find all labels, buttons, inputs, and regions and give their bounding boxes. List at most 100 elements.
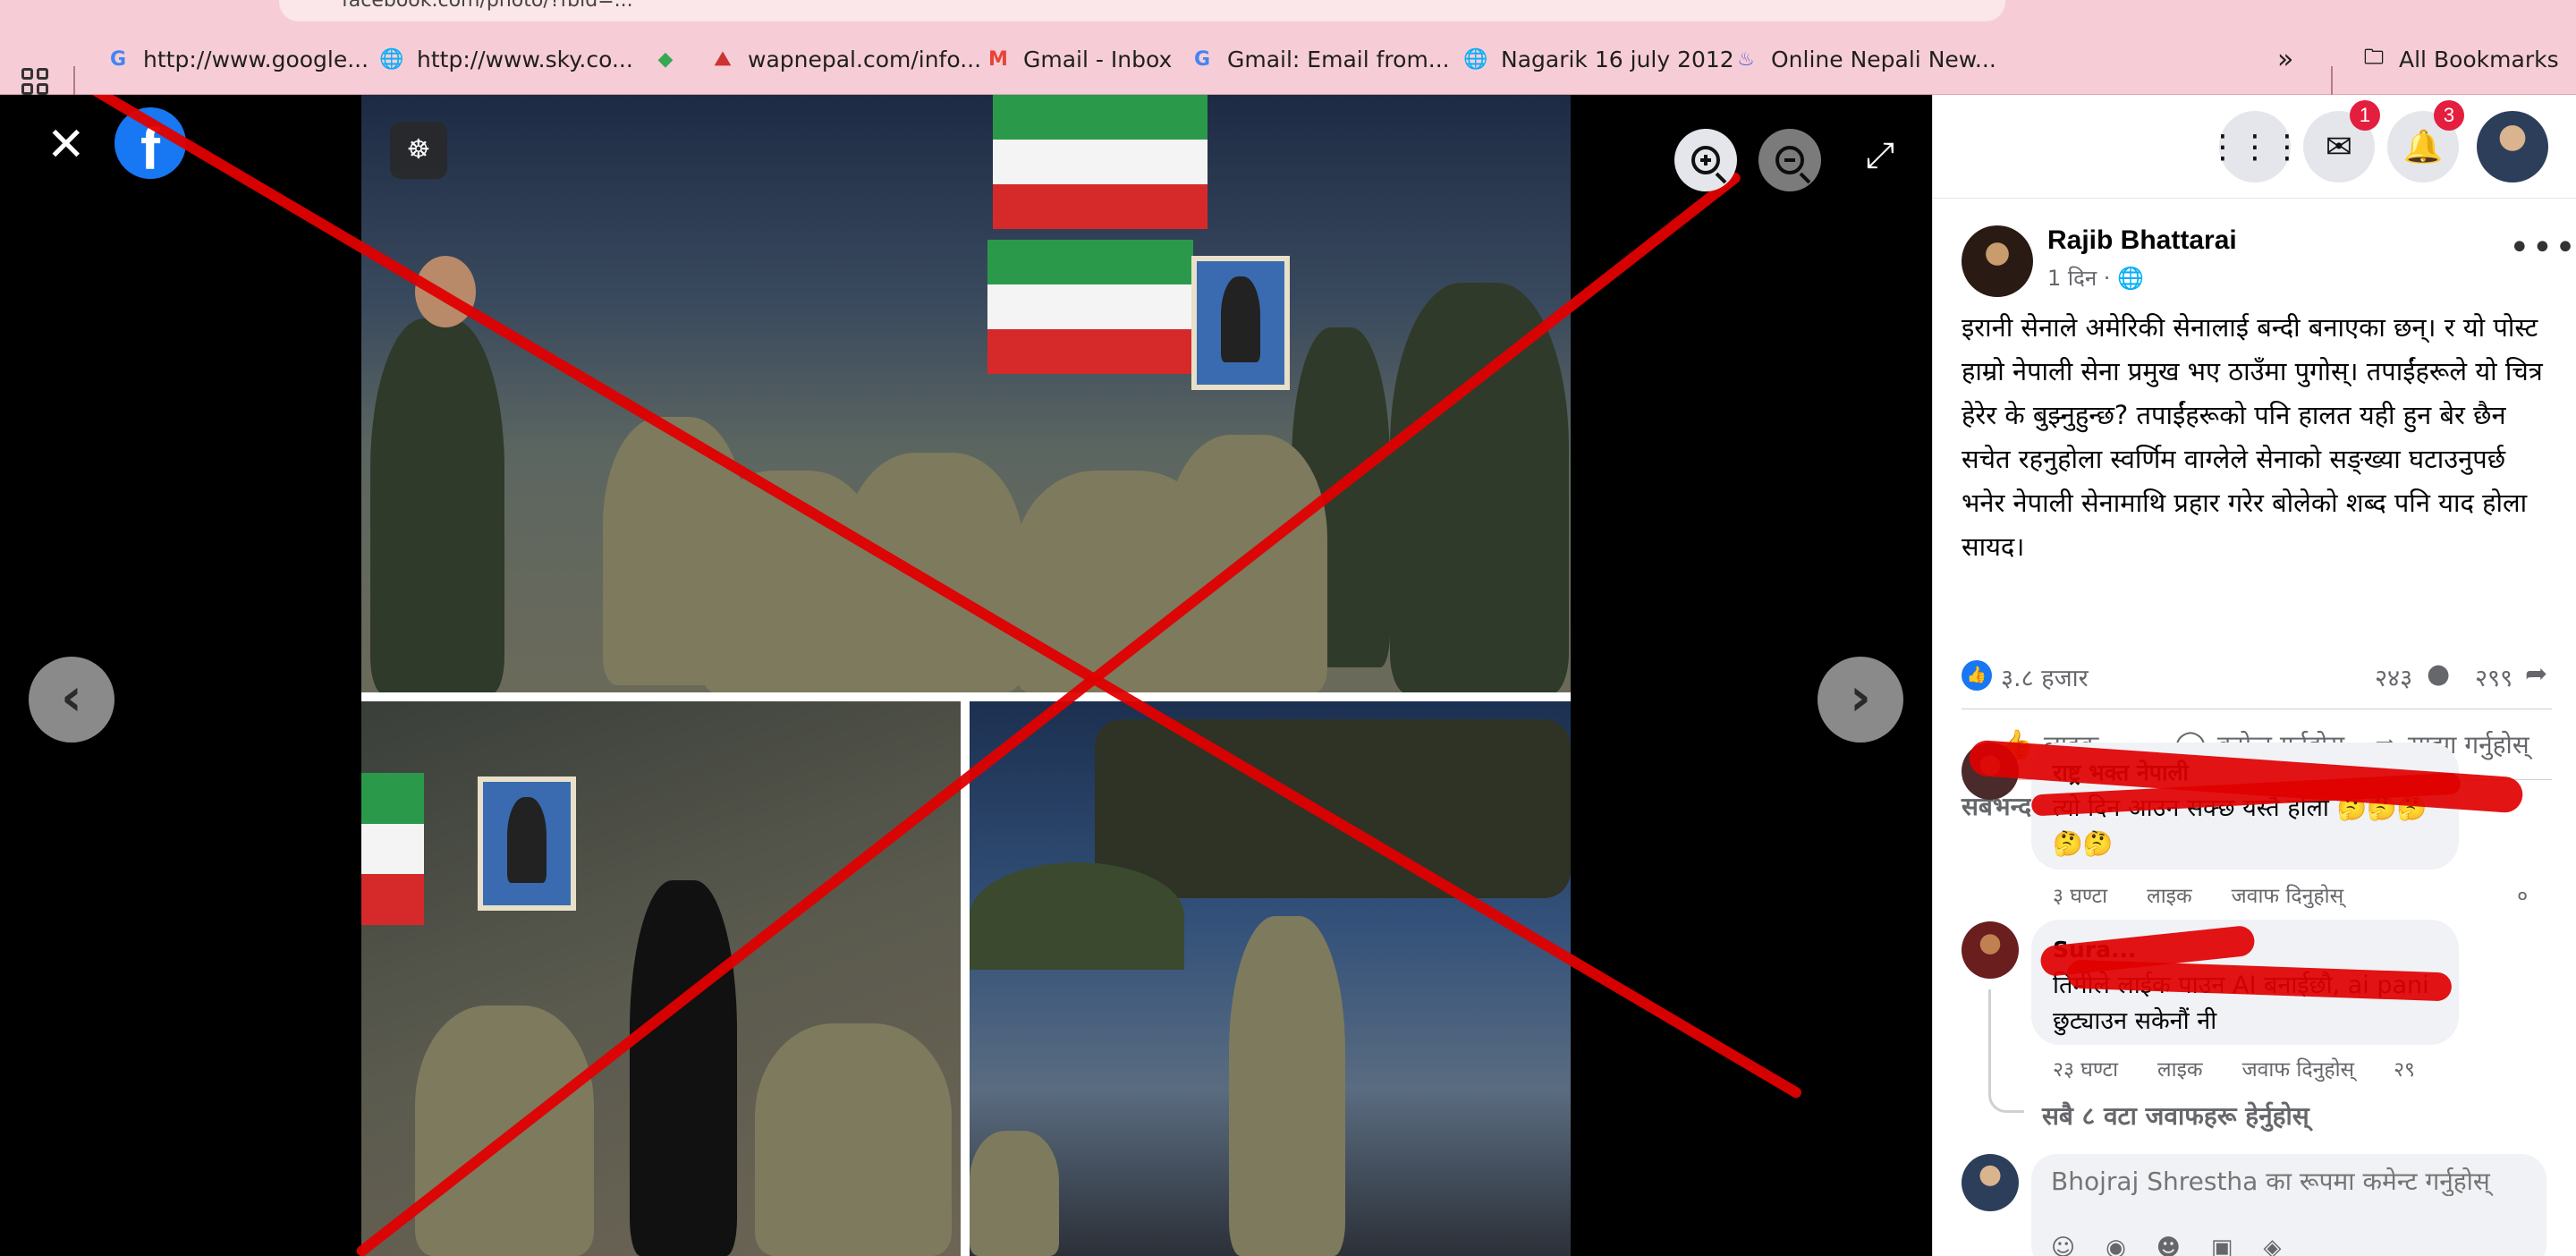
comment-reaction-count: २९	[2394, 1058, 2415, 1082]
maps-icon: ◆	[657, 47, 674, 71]
zoom-in-button[interactable]	[1674, 129, 1737, 191]
commenter-avatar[interactable]	[1962, 921, 2019, 979]
reaction-count[interactable]: ३.८ हजार	[2001, 660, 2089, 693]
post-time-text: 1 दिन ·	[2047, 266, 2111, 291]
comment-time[interactable]: २३ घण्टा	[2053, 1054, 2118, 1082]
profile-avatar[interactable]	[2477, 111, 2548, 182]
comment-meta: ३ घण्टा लाइक जवाफ दिनुहोस् ०	[2053, 880, 2528, 909]
kneeling-soldier	[844, 453, 1023, 692]
composer-toolbar: ☺ ◉ ☻ ▣ ◈	[2051, 1235, 2281, 1256]
bookmarks-bar: G http://www.google... 🌐 http://www.sky.…	[0, 25, 2576, 97]
post-sidebar: ⋮⋮⋮ ✉ 1 🔔 3 Rajib Bhattarai 1 दिन · 🌐 ••…	[1932, 95, 2576, 1256]
paratrooper	[1229, 916, 1345, 1256]
bookmarks-overflow-button[interactable]: »	[2277, 41, 2293, 77]
globe-icon: 🌐	[1463, 47, 1488, 71]
gif-icon[interactable]: ▣	[2211, 1235, 2233, 1256]
post-author-name[interactable]: Rajib Bhattarai	[2047, 225, 2237, 256]
address-text: facebook.com/photo/?fbid=...	[342, 0, 633, 12]
comment-reaction-count: ०	[2517, 885, 2529, 908]
globe-icon: 🌐	[2117, 266, 2144, 291]
comment-like-link[interactable]: लाइक	[2157, 1054, 2203, 1082]
post-body: इरानी सेनाले अमेरिकी सेनालाई बन्दी बनाएक…	[1962, 312, 2543, 562]
author-avatar[interactable]	[1962, 225, 2033, 297]
emoji-icon[interactable]: ☻	[2157, 1235, 2181, 1256]
bookmark-label: http://www.sky.co...	[417, 46, 633, 72]
zoom-in-icon	[1691, 146, 1720, 174]
address-bar[interactable]: facebook.com/photo/?fbid=...	[279, 0, 2005, 21]
all-bookmarks-label: All Bookmarks	[2399, 46, 2559, 72]
sticker-icon[interactable]: ◈	[2263, 1235, 2281, 1256]
news-icon: ♨	[1737, 47, 1755, 71]
kneeling-soldier	[415, 1006, 594, 1256]
bookmark-label: Gmail - Inbox	[1023, 46, 1173, 72]
bookmark-label: Nagarik 16 july 2012	[1501, 46, 1734, 72]
bookmarks-divider	[2331, 66, 2333, 97]
share-arrow-icon: ➦	[2525, 658, 2548, 690]
post-photo	[361, 95, 1571, 1256]
post-timestamp[interactable]: 1 दिन · 🌐	[2047, 263, 2144, 293]
comment-meta: २३ घण्टा लाइक जवाफ दिनुहोस् २९	[2053, 1054, 2415, 1082]
zoom-out-icon	[1775, 146, 1804, 174]
bookmark-item[interactable]: ◆	[653, 41, 678, 77]
like-reaction-icon: 👍	[1962, 660, 1992, 691]
browser-toolbar: facebook.com/photo/?fbid=...	[0, 0, 2576, 25]
comment-reply-link[interactable]: जवाफ दिनुहोस्	[2242, 1054, 2355, 1082]
close-icon[interactable]: ✕	[47, 122, 86, 168]
comment-bubble-icon: ●	[2427, 658, 2451, 690]
comment-composer: ☺ ◉ ☻ ▣ ◈	[2031, 1154, 2546, 1256]
masked-guard	[630, 880, 737, 1256]
helicopter	[1095, 719, 1571, 898]
gmail-icon: M	[988, 47, 1008, 71]
parachute	[970, 862, 1184, 970]
folder-icon: 🗀	[2363, 47, 2384, 69]
bookmark-label: Online Nepali New...	[1771, 46, 1996, 72]
fullscreen-icon[interactable]: ⤢	[1864, 138, 1896, 174]
next-photo-button[interactable]: ›	[1818, 657, 1903, 743]
comment-count[interactable]: २४३	[2375, 660, 2412, 693]
current-user-avatar[interactable]	[1962, 1154, 2019, 1211]
bookmark-label: wapnepal.com/info...	[748, 46, 982, 72]
iran-flag	[993, 95, 1208, 229]
portrait-image	[478, 777, 576, 911]
reactions-summary: 👍 ३.८ हजार २४३ ● २९९ ➦	[1962, 658, 2552, 694]
bookmark-item[interactable]: G Gmail: Email from...	[1190, 41, 1450, 77]
image-scan-icon[interactable]: ☸	[390, 122, 447, 179]
account-toolbar: ⋮⋮⋮ ✉ 1 🔔 3	[1933, 95, 2576, 199]
bookmark-item[interactable]: ♨ Online Nepali New...	[1733, 41, 1996, 77]
share-count[interactable]: २९९	[2475, 660, 2512, 693]
comment-time[interactable]: ३ घण्टा	[2053, 880, 2107, 909]
view-replies-link[interactable]: सबै ८ वटा जवाफहरू हेर्नुहोस्	[2042, 1099, 2309, 1133]
google-icon: G	[109, 47, 127, 71]
wapnepal-icon: ⛰	[714, 47, 732, 71]
bookmark-item[interactable]: 🌐 http://www.sky.co...	[379, 41, 633, 77]
kneeling-soldier	[755, 1023, 952, 1256]
iran-flag	[987, 240, 1193, 374]
more-options-icon[interactable]: •••	[2509, 227, 2576, 268]
comment-reply-link[interactable]: जवाफ दिनुहोस्	[2232, 880, 2344, 909]
bookmark-label: http://www.google...	[143, 46, 369, 72]
bookmark-item[interactable]: ⛰ wapnepal.com/info...	[710, 41, 981, 77]
notifications-badge: 3	[2434, 100, 2464, 131]
google-icon: G	[1193, 47, 1211, 71]
guard-figure	[1390, 283, 1569, 692]
iran-flag	[361, 773, 424, 925]
zoom-out-button[interactable]	[1758, 129, 1821, 191]
comment-like-link[interactable]: लाइक	[2147, 880, 2192, 909]
menu-grid-icon[interactable]: ⋮⋮⋮	[2207, 111, 2303, 182]
bookmark-label: Gmail: Email from...	[1227, 46, 1450, 72]
portrait-image	[1191, 256, 1290, 390]
comment-input[interactable]	[2051, 1167, 2534, 1196]
reply-thread-line	[1988, 989, 2024, 1113]
guard-figure	[370, 318, 504, 692]
camera-icon[interactable]: ◉	[2106, 1235, 2126, 1256]
paratrooper	[970, 1131, 1059, 1256]
apps-icon[interactable]	[21, 68, 48, 95]
avatar-sticker-icon[interactable]: ☺	[2051, 1235, 2075, 1256]
previous-photo-button[interactable]: ‹	[29, 657, 114, 743]
all-bookmarks-button[interactable]: 🗀 All Bookmarks	[2361, 41, 2559, 77]
bookmark-item[interactable]: M Gmail - Inbox	[986, 41, 1172, 77]
bookmark-item[interactable]: 🌐 Nagarik 16 july 2012	[1463, 41, 1734, 77]
bookmarks-divider	[73, 66, 75, 97]
globe-icon: 🌐	[379, 47, 404, 71]
bookmark-item[interactable]: G http://www.google...	[106, 41, 369, 77]
